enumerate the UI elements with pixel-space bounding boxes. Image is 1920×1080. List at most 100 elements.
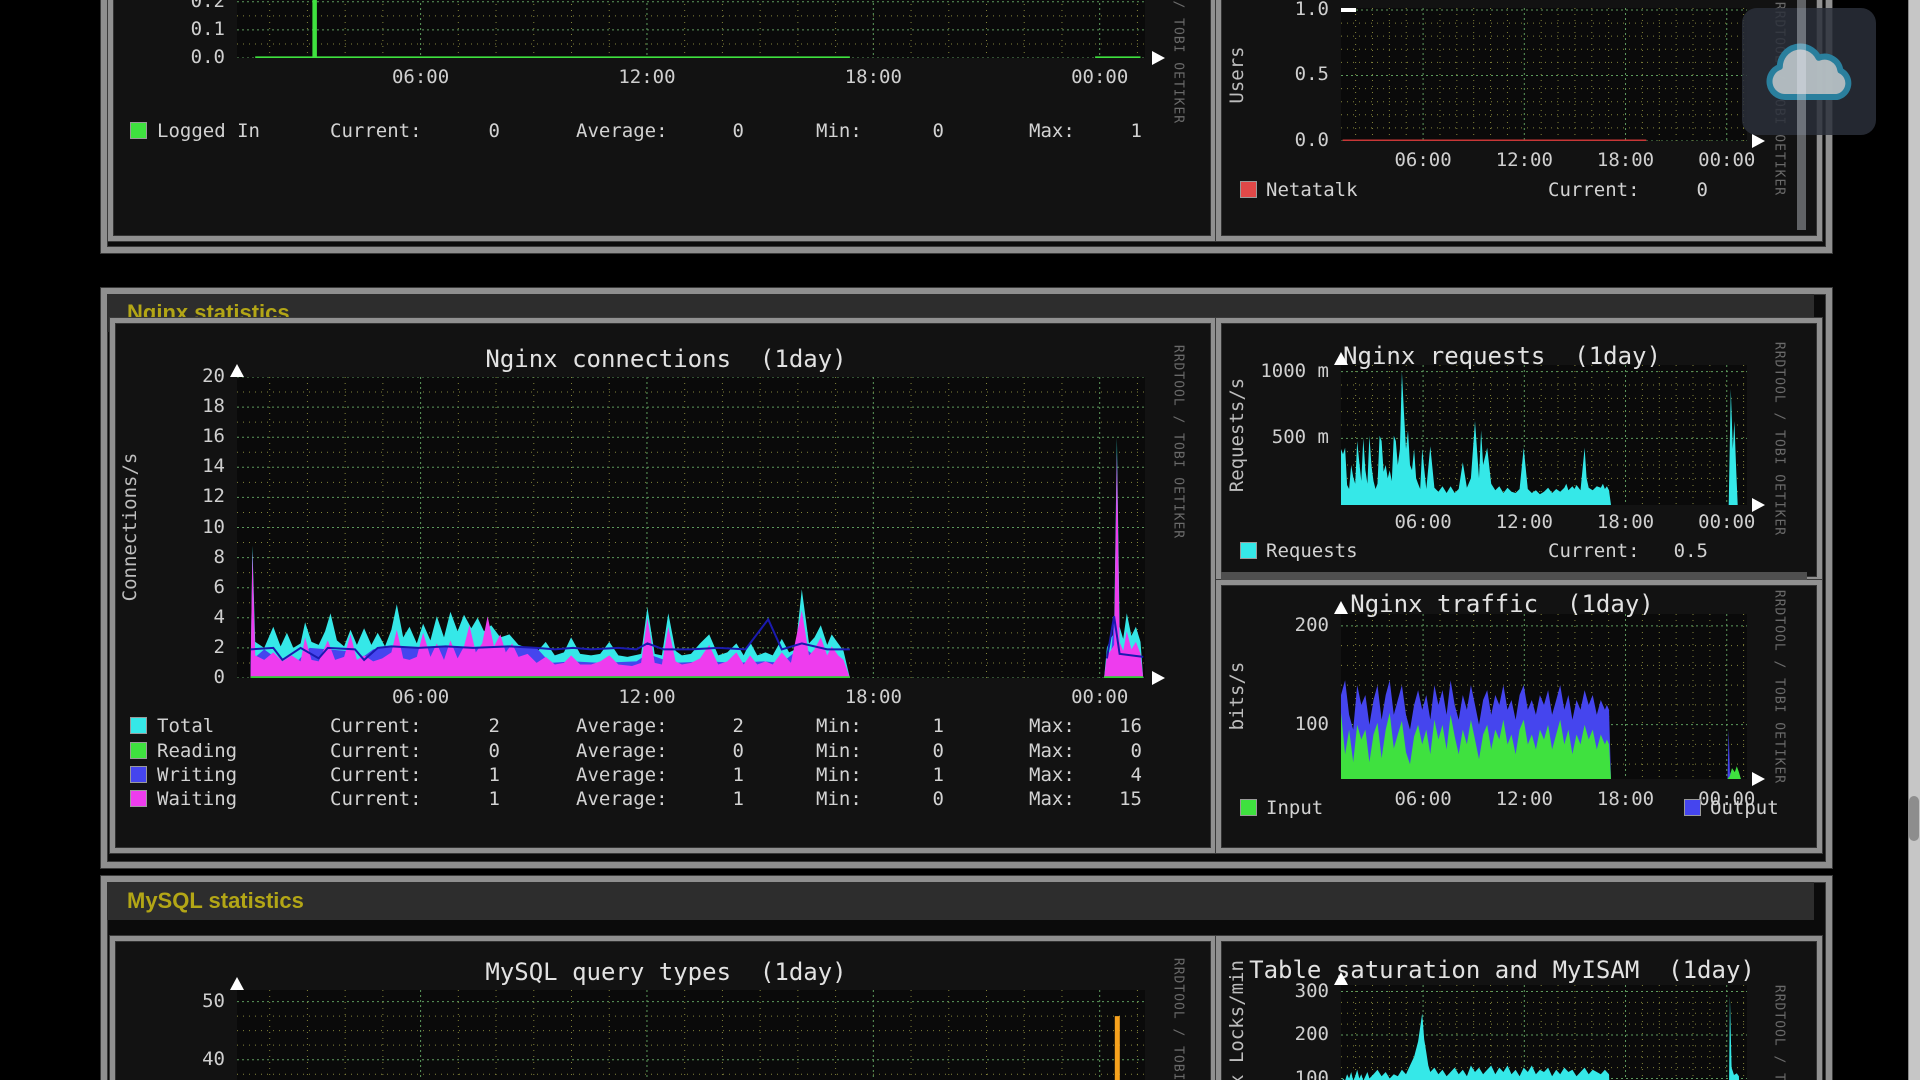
ytick-auth-users: 0.2 — [135, 0, 225, 12]
legend-label-writing: Writing — [157, 764, 237, 786]
legend-col-value: 1 — [1032, 120, 1142, 142]
x-axis-arrow-nginx-traffic — [1752, 772, 1765, 786]
ytick-nginx-connections: 6 — [135, 576, 225, 598]
section-title-mysql: MySQL statistics — [127, 888, 304, 913]
legend-col-value: 0 — [634, 120, 744, 142]
x-axis-arrow-netatalk-users — [1752, 134, 1765, 148]
graph-title-nginx-traffic: Nginx traffic (1day) — [1350, 590, 1653, 618]
graph-title-nginx-requests: Nginx requests (1day) — [1343, 342, 1661, 370]
legend-label-logged in: Logged In — [157, 120, 260, 142]
ytick-nginx-connections: 4 — [135, 606, 225, 628]
panel-divider-nginx-right — [1221, 572, 1807, 580]
ytick-nginx-traffic: 200 — [1239, 614, 1329, 636]
ytick-nginx-connections: 12 — [135, 485, 225, 507]
cloud-overlay-badge[interactable] — [1742, 8, 1876, 135]
xtick-nginx-traffic: 12:00 — [1496, 788, 1553, 810]
x-axis-arrow-nginx-connections — [1152, 671, 1165, 685]
legend-swatch-input — [1240, 799, 1257, 816]
xtick-netatalk-users: 18:00 — [1597, 149, 1654, 171]
rrdtool-credit-mysql-table-saturation-myisam: RRDTOOL / TOBI OETIKER — [1772, 985, 1787, 1080]
ytick-nginx-requests: 500 m — [1239, 426, 1329, 448]
legend-col-value: 1 — [834, 764, 944, 786]
legend-col-value: 1 — [834, 715, 944, 737]
legend-col-value: 16 — [1032, 715, 1142, 737]
legend-col-value: 4 — [1032, 764, 1142, 786]
ytick-auth-users: 0.0 — [135, 46, 225, 68]
xtick-nginx-connections: 12:00 — [618, 686, 675, 708]
xtick-auth-users: 12:00 — [618, 66, 675, 88]
rrdtool-credit-auth-users: RRDTOOL / TOBI OETIKER — [1171, 0, 1186, 124]
xtick-nginx-requests: 12:00 — [1496, 511, 1553, 533]
y-axis-arrow-nginx-traffic — [1334, 601, 1348, 614]
ytick-netatalk-users: 1.0 — [1239, 0, 1329, 20]
legend-current-value: 0 — [1598, 179, 1708, 201]
y-axis-arrow-mysql-table-saturation-myisam — [1334, 972, 1348, 985]
graph-title-mysql-query-types: MySQL query types (1day) — [485, 958, 846, 986]
overlay-glint-bar — [1797, 0, 1806, 230]
legend-label-input: Input — [1266, 797, 1323, 819]
ytick-nginx-connections: 18 — [135, 395, 225, 417]
legend-col-value: 0 — [390, 120, 500, 142]
legend-swatch-requests — [1240, 542, 1257, 559]
legend-swatch-reading — [130, 742, 147, 759]
legend-swatch-netatalk — [1240, 181, 1257, 198]
xtick-nginx-requests: 18:00 — [1597, 511, 1654, 533]
legend-swatch-waiting — [130, 790, 147, 807]
series-auth-users-logged-in — [312, 0, 317, 58]
legend-label-output: Output — [1710, 797, 1779, 819]
legend-swatch-writing — [130, 766, 147, 783]
section-header-mysql: MySQL statistics — [107, 882, 1814, 920]
series-mysql-table-saturation-myisam-locks — [1729, 996, 1741, 1080]
ytick-mysql-table-saturation-myisam: 300 — [1239, 980, 1329, 1002]
scrollbar-track[interactable] — [1908, 0, 1920, 1080]
series-mysql-table-saturation-myisam-locks — [1341, 1013, 1611, 1080]
graph-title-nginx-connections: Nginx connections (1day) — [485, 345, 846, 373]
plot-mysql-query-types — [237, 990, 1145, 1080]
legend-swatch-logged in — [130, 122, 147, 139]
x-axis-arrow-nginx-requests — [1752, 498, 1765, 512]
plot-mysql-table-saturation-myisam — [1341, 985, 1747, 1080]
legend-col-value: 0 — [834, 788, 944, 810]
x-axis-arrow-auth-users — [1152, 51, 1165, 65]
legend-label-netatalk: Netatalk — [1266, 179, 1358, 201]
graph-ylabel-mysql-table-saturation-myisam: x Locks/min — [1226, 960, 1248, 1080]
ytick-mysql-query-types: 40 — [135, 1048, 225, 1070]
rrdtool-credit-nginx-requests: RRDTOOL / TOBI OETIKER — [1772, 342, 1787, 536]
plot-netatalk-users — [1341, 8, 1747, 141]
cloud-icon — [1742, 8, 1876, 135]
ytick-auth-users: 0.1 — [135, 18, 225, 40]
rrdtool-credit-nginx-connections: RRDTOOL / TOBI OETIKER — [1171, 345, 1186, 539]
ytick-nginx-connections: 16 — [135, 425, 225, 447]
plot-nginx-requests — [1341, 365, 1747, 505]
xtick-nginx-connections: 00:00 — [1071, 686, 1128, 708]
ytick-nginx-connections: 14 — [135, 455, 225, 477]
xtick-nginx-connections: 06:00 — [392, 686, 449, 708]
legend-col-value: 2 — [390, 715, 500, 737]
legend-col-value: 1 — [390, 788, 500, 810]
ytick-mysql-table-saturation-myisam: 200 — [1239, 1023, 1329, 1045]
ytick-nginx-connections: 2 — [135, 636, 225, 658]
legend-col-value: 0 — [1032, 740, 1142, 762]
legend-swatch-output — [1684, 799, 1701, 816]
axis-mark-netatalk-users — [1341, 8, 1356, 12]
plot-nginx-traffic — [1341, 614, 1747, 779]
legend-label-waiting: Waiting — [157, 788, 237, 810]
ytick-netatalk-users: 0.0 — [1239, 129, 1329, 151]
ytick-nginx-connections: 10 — [135, 516, 225, 538]
y-axis-arrow-nginx-connections — [230, 364, 244, 377]
xtick-netatalk-users: 06:00 — [1394, 149, 1451, 171]
plot-nginx-connections — [237, 377, 1145, 678]
ytick-nginx-connections: 8 — [135, 546, 225, 568]
ytick-nginx-connections: 20 — [135, 365, 225, 387]
ytick-mysql-table-saturation-myisam: 100 — [1239, 1067, 1329, 1080]
scrollbar-thumb[interactable] — [1909, 796, 1919, 841]
legend-col-value: 1 — [390, 764, 500, 786]
xtick-nginx-traffic: 18:00 — [1597, 788, 1654, 810]
xtick-auth-users: 18:00 — [845, 66, 902, 88]
ytick-mysql-query-types: 50 — [135, 990, 225, 1012]
xtick-auth-users: 06:00 — [392, 66, 449, 88]
y-axis-arrow-mysql-query-types — [230, 977, 244, 990]
series-nginx-requests-requests — [1729, 389, 1738, 505]
xtick-nginx-traffic: 06:00 — [1394, 788, 1451, 810]
legend-label-total: Total — [157, 715, 214, 737]
